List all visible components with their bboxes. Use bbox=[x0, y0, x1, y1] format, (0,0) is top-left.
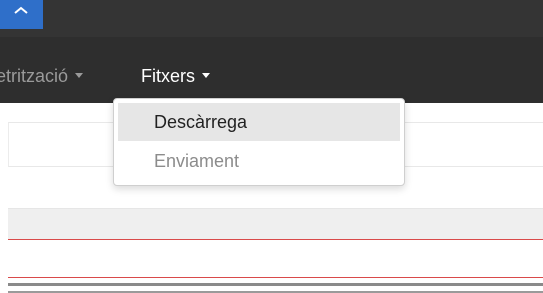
nav-item-label: etrització bbox=[0, 65, 69, 86]
caret-down-icon bbox=[75, 72, 84, 78]
top-bar bbox=[0, 0, 543, 37]
nav-item-label: Fitxers bbox=[141, 65, 195, 86]
divider-red bbox=[8, 239, 543, 240]
divider-red bbox=[8, 277, 543, 278]
brand-tile[interactable] bbox=[0, 0, 43, 29]
table-header-row bbox=[8, 208, 543, 240]
footer-rule bbox=[8, 283, 543, 293]
menu-item-descarrega[interactable]: Descàrrega bbox=[118, 103, 400, 141]
menu-item-enviament: Enviament bbox=[154, 150, 240, 171]
caret-down-icon bbox=[202, 72, 210, 78]
main-navbar: etrització Fitxers bbox=[0, 37, 543, 103]
nav-item-parametritzacio[interactable]: etrització bbox=[0, 65, 84, 87]
nav-item-fitxers[interactable]: Fitxers bbox=[141, 65, 210, 87]
chevron-icon bbox=[14, 6, 28, 14]
fitxers-dropdown-menu: Descàrrega Enviament bbox=[113, 98, 405, 186]
